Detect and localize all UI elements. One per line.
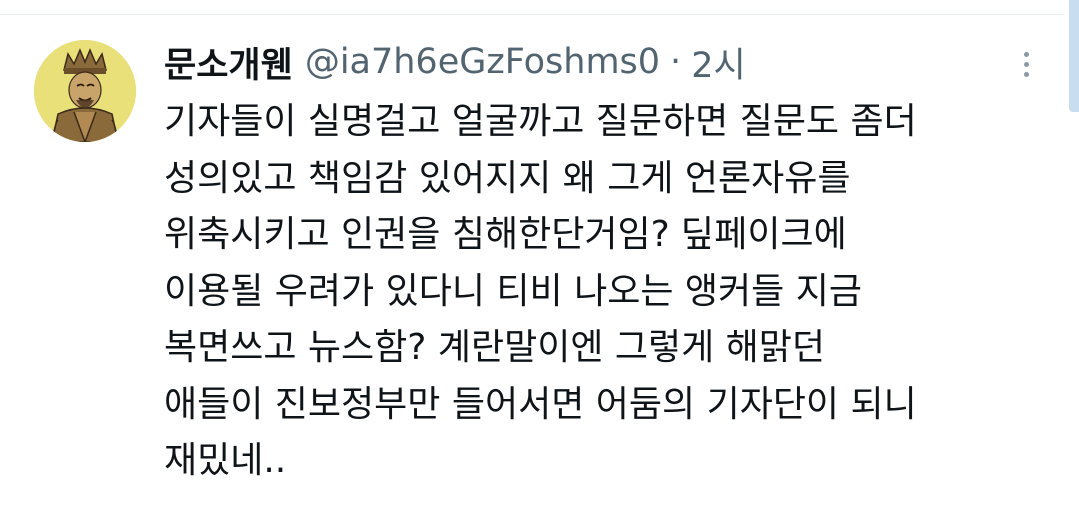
tweet-text-line: 재밌네..: [164, 440, 287, 481]
more-dot: [1023, 61, 1029, 67]
more-dot: [1023, 51, 1029, 57]
tweet-text-line: 성의있고 책임감 있어지지 왜 그게 언론자유를: [164, 157, 851, 199]
timestamp[interactable]: 2시: [691, 37, 745, 88]
tweet[interactable]: 문소개웬 @ia7h6eGzFoshms0 · 2시 기자들이 실명걸고 얼굴까…: [0, 0, 1079, 520]
tweet-text: 기자들이 실명걸고 얼굴까고 질문하면 질문도 좀더 성의있고 책임감 있어지지…: [164, 94, 1059, 490]
user-handle[interactable]: @ia7h6eGzFoshms0: [305, 42, 660, 82]
tweet-header: 문소개웬 @ia7h6eGzFoshms0 · 2시: [164, 36, 746, 88]
tweet-text-line: 복면쓰고 뉴스함? 계란말이엔 그렇게 해맑던: [164, 327, 826, 368]
more-options-icon[interactable]: [1012, 44, 1040, 84]
separator-dot: ·: [670, 42, 682, 82]
portrait-avatar-icon: [34, 40, 136, 142]
tweet-text-line: 기자들이 실명걸고 얼굴까고 질문하면 질문도 좀더: [164, 101, 917, 142]
display-name[interactable]: 문소개웬: [164, 37, 293, 88]
tweet-text-line: 이용될 우려가 있다니 티비 나오는 앵커들 지금: [164, 270, 862, 312]
tweet-text-line: 애들이 진보정부만 들어서면 어둠의 기자단이 되니: [164, 383, 917, 425]
tweet-text-line: 위축시키고 인권을 침해한단거임? 딮페이크에: [164, 214, 847, 255]
more-dot: [1023, 71, 1029, 77]
avatar[interactable]: [34, 40, 136, 142]
